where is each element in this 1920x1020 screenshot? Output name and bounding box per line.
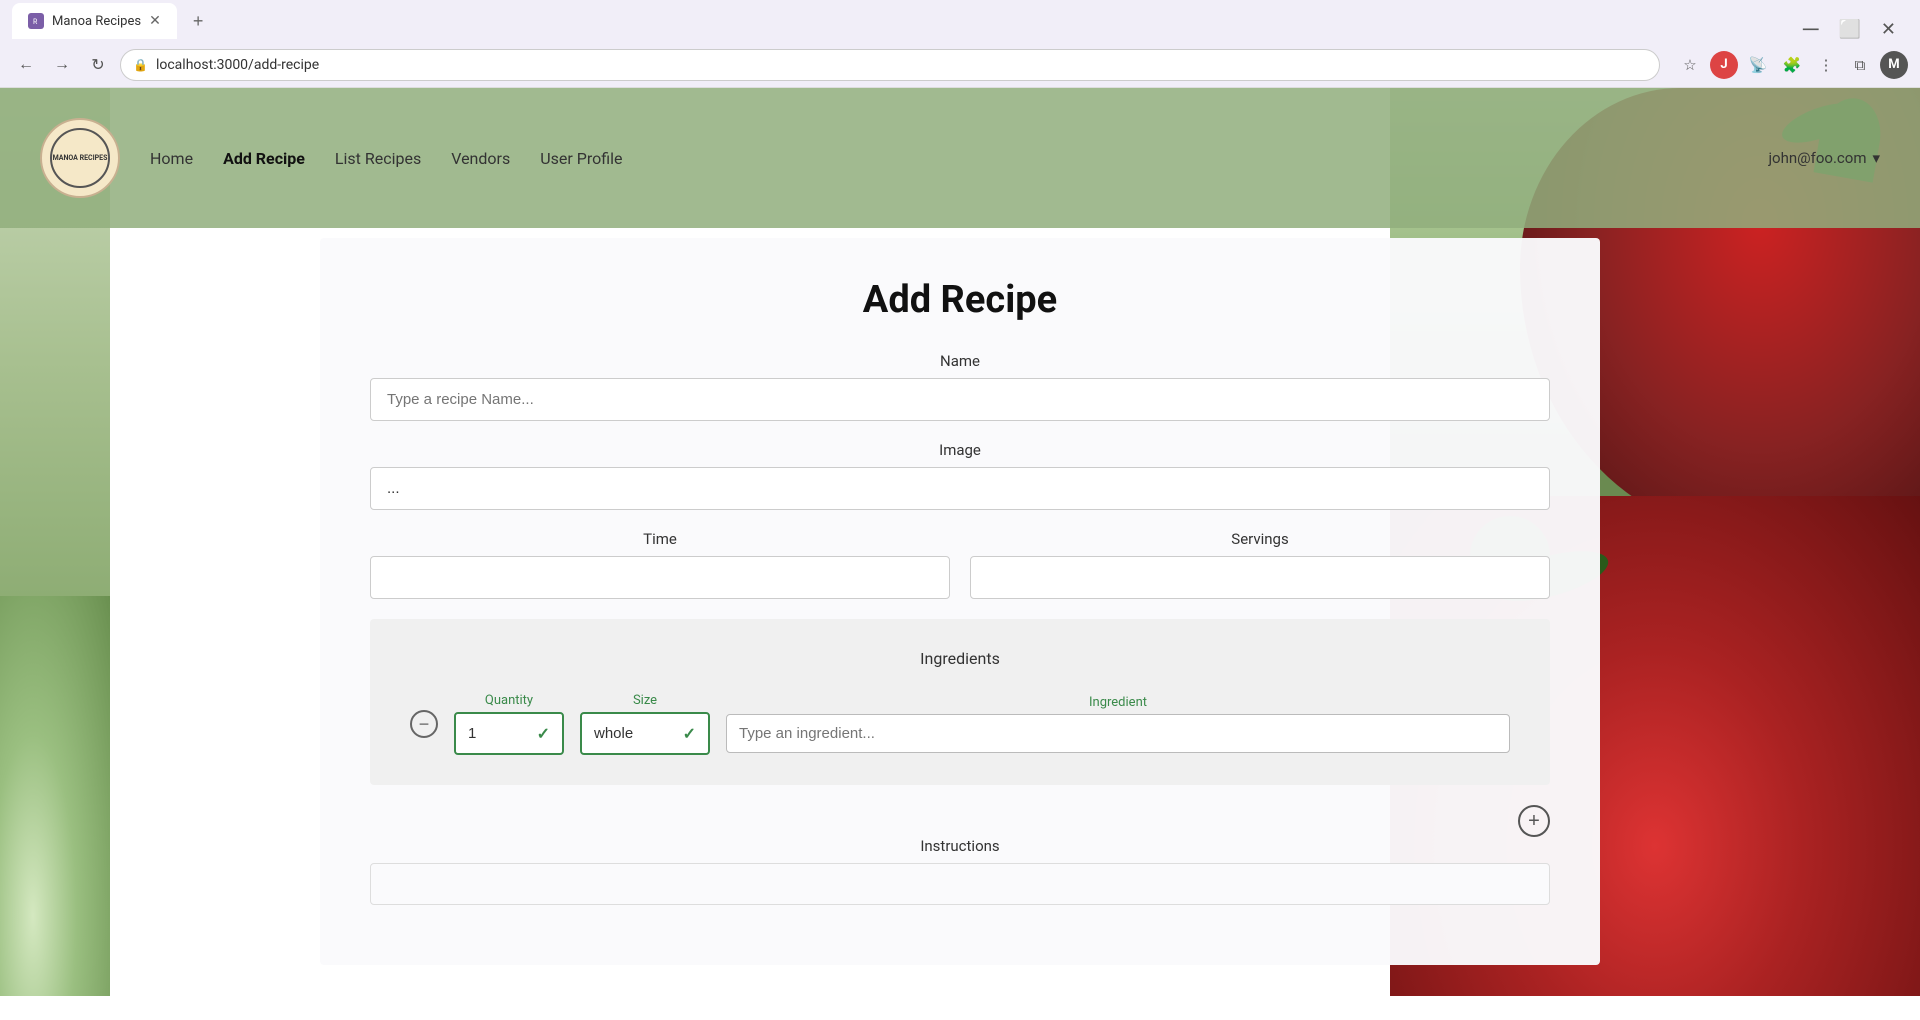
- maximize-button[interactable]: ⬜: [1830, 17, 1868, 42]
- user-dropdown-icon: ▾: [1872, 149, 1880, 167]
- page-title: Add Recipe: [370, 278, 1550, 322]
- image-group: Image: [370, 441, 1550, 510]
- cast-icon[interactable]: 📡: [1744, 51, 1772, 79]
- url-text: localhost:3000/add-recipe: [156, 57, 1647, 73]
- quantity-label: Quantity: [454, 693, 564, 708]
- instructions-group: Instructions: [370, 837, 1550, 905]
- nav-links: Home Add Recipe List Recipes Vendors Use…: [150, 149, 1768, 168]
- browser-nav-bar: ← → ↻ 🔒 localhost:3000/add-recipe ☆ J 📡 …: [0, 42, 1920, 88]
- extensions-icon[interactable]: 🧩: [1778, 51, 1806, 79]
- size-field[interactable]: ✓: [580, 712, 710, 755]
- minimize-button[interactable]: ─: [1795, 14, 1827, 44]
- page-wrapper: MANOA RECIPES Home Add Recipe List Recip…: [0, 88, 1920, 996]
- tab-close-button[interactable]: ✕: [149, 13, 161, 29]
- instructions-title: Instructions: [370, 837, 1550, 855]
- window-controls: ─ ⬜ ✕: [1795, 14, 1904, 44]
- ingredient-row: − Quantity ✓ Size: [410, 693, 1510, 755]
- profile-icon[interactable]: J: [1710, 51, 1738, 79]
- navbar: MANOA RECIPES Home Add Recipe List Recip…: [0, 88, 1920, 228]
- quantity-input[interactable]: [468, 725, 529, 742]
- time-servings-row: Time Servings: [370, 530, 1550, 619]
- image-input[interactable]: [370, 467, 1550, 510]
- new-tab-button[interactable]: +: [185, 7, 212, 36]
- ingredient-label: Ingredient: [726, 695, 1510, 710]
- reload-button[interactable]: ↻: [84, 51, 112, 79]
- servings-input[interactable]: [970, 556, 1550, 599]
- back-button[interactable]: ←: [12, 51, 40, 79]
- tab-title: Manoa Recipes: [52, 14, 141, 29]
- lock-icon: 🔒: [133, 58, 148, 72]
- forward-button[interactable]: →: [48, 51, 76, 79]
- ingredient-field-wrap: Ingredient: [726, 695, 1510, 753]
- content-area: Add Recipe Name Image Time: [0, 228, 1920, 996]
- instructions-box: [370, 863, 1550, 905]
- remove-icon: −: [419, 715, 430, 733]
- close-window-button[interactable]: ✕: [1873, 17, 1904, 42]
- name-input[interactable]: [370, 378, 1550, 421]
- tab-favicon: R: [28, 13, 44, 29]
- name-label: Name: [370, 352, 1550, 370]
- servings-label: Servings: [970, 530, 1550, 548]
- ingredient-input[interactable]: [726, 714, 1510, 753]
- size-field-wrap: Size ✓: [580, 693, 710, 755]
- size-label: Size: [580, 693, 710, 708]
- name-group: Name: [370, 352, 1550, 421]
- ingredients-section: Ingredients − Quantity ✓: [370, 619, 1550, 785]
- user-menu[interactable]: john@foo.com ▾: [1768, 149, 1880, 167]
- nav-user-profile[interactable]: User Profile: [540, 149, 622, 168]
- logo[interactable]: MANOA RECIPES: [40, 118, 120, 198]
- time-label: Time: [370, 530, 950, 548]
- size-check-icon: ✓: [683, 724, 696, 743]
- user-email: john@foo.com: [1768, 149, 1866, 167]
- menu-icon[interactable]: ⋮: [1812, 51, 1840, 79]
- bookmark-icon[interactable]: ☆: [1676, 51, 1704, 79]
- nav-home[interactable]: Home: [150, 149, 193, 168]
- nav-add-recipe[interactable]: Add Recipe: [223, 149, 305, 168]
- quantity-check-icon: ✓: [537, 724, 550, 743]
- time-input[interactable]: [370, 556, 950, 599]
- nav-list-recipes[interactable]: List Recipes: [335, 149, 421, 168]
- nav-vendors[interactable]: Vendors: [451, 149, 510, 168]
- quantity-field-wrap: Quantity ✓: [454, 693, 564, 755]
- remove-ingredient-button[interactable]: −: [410, 710, 438, 738]
- split-icon[interactable]: ⧉: [1846, 51, 1874, 79]
- svg-text:R: R: [33, 18, 38, 26]
- browser-toolbar: ☆ J 📡 🧩 ⋮ ⧉ M: [1676, 51, 1908, 79]
- time-group: Time: [370, 530, 950, 599]
- main-content: Add Recipe Name Image Time: [320, 238, 1600, 965]
- add-icon: +: [1528, 810, 1540, 833]
- add-ingredient-row: +: [370, 805, 1550, 837]
- add-ingredient-button[interactable]: +: [1518, 805, 1550, 837]
- servings-group: Servings: [970, 530, 1550, 599]
- size-input[interactable]: [594, 725, 675, 742]
- image-label: Image: [370, 441, 1550, 459]
- browser-tab[interactable]: R Manoa Recipes ✕: [12, 3, 177, 39]
- ingredients-title: Ingredients: [410, 649, 1510, 668]
- logo-text: MANOA RECIPES: [50, 128, 110, 188]
- user-button[interactable]: M: [1880, 51, 1908, 79]
- quantity-field[interactable]: ✓: [454, 712, 564, 755]
- address-bar[interactable]: 🔒 localhost:3000/add-recipe: [120, 49, 1660, 81]
